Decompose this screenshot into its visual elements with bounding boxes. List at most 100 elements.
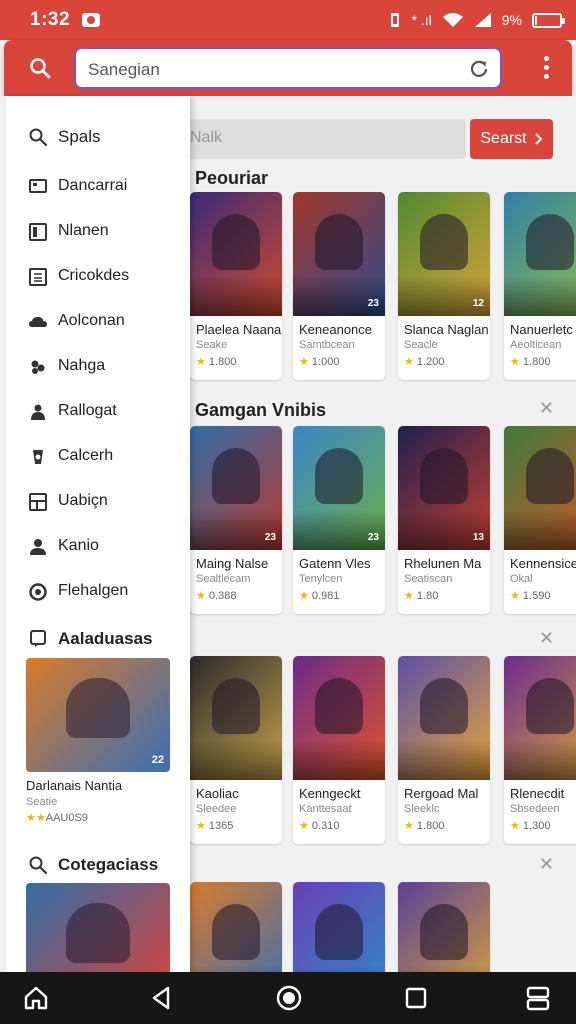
game-title: Rhelunen Ma — [404, 556, 482, 571]
close-icon[interactable]: ✕ — [539, 628, 554, 649]
game-card[interactable]: Kenngeckt Kanttesaat ★ 0.310 — [293, 656, 385, 844]
grid-icon — [29, 493, 47, 511]
wifi-icon — [442, 13, 463, 27]
signal-icon — [474, 13, 491, 27]
star-icon: ★ — [404, 356, 417, 368]
game-card[interactable] — [398, 882, 490, 972]
game-rating: ★ 1.80 — [404, 589, 438, 602]
game-card[interactable]: Kaoliac Sleedee ★ 1365 — [190, 656, 282, 844]
recents-icon[interactable] — [402, 984, 430, 1012]
game-card[interactable]: 23 Gatenn Vles Tenylcen ★ 0.981 — [293, 426, 385, 614]
drawer-item[interactable]: Nlanen — [6, 217, 190, 247]
game-card[interactable]: 23 Keneanonce Samtbcean ★ 1:000 — [293, 192, 385, 380]
star-icon: ★ — [196, 356, 209, 368]
game-rating: ★ 0.388 — [196, 589, 236, 602]
drawer-section-categories[interactable]: Cotegaciass — [6, 850, 190, 880]
star-icon: ★ — [196, 820, 209, 832]
game-card[interactable]: Kennensice Okal ★ 1.590 — [504, 426, 576, 614]
star-icon: ★ — [299, 820, 312, 832]
star-icon: ★ — [196, 590, 209, 602]
game-rating-value: 1.800 — [208, 356, 237, 368]
back-icon[interactable] — [148, 984, 176, 1012]
game-subtitle: Tenylcen — [299, 573, 343, 585]
search-input[interactable]: Nalk — [150, 119, 466, 159]
search-button-label: Searst — [480, 130, 527, 147]
game-subtitle: Seacle — [404, 339, 438, 351]
star-icon: ★ — [510, 590, 523, 602]
close-icon[interactable]: ✕ — [539, 398, 554, 419]
drawer-section-downloads[interactable]: Aaladuasas — [6, 624, 190, 654]
game-subtitle: Sealtlecam — [196, 573, 251, 585]
search-placeholder: Nalk — [190, 129, 223, 146]
drawer-item[interactable]: Flehalgen — [6, 577, 190, 607]
game-badge: 23 — [367, 298, 379, 309]
game-card[interactable]: 12 Slanca Naglan Seacle ★ 1.200 — [398, 192, 490, 380]
search-button[interactable]: Searst — [470, 119, 553, 159]
game-thumbnail — [504, 426, 576, 550]
star-icon: ★ — [404, 590, 417, 602]
drawer-item-label: Aolconan — [58, 312, 125, 329]
game-rating-value: 0.981 — [311, 590, 340, 602]
navigation-bar — [0, 972, 576, 1024]
game-title: Plaelea Naana — [196, 322, 282, 337]
game-badge: 12 — [472, 298, 484, 309]
game-card[interactable]: Rlenecdit Sbsedeen ★ 1.300 — [504, 656, 576, 844]
game-rating: ★ 1.800 — [196, 355, 236, 368]
game-title: Rergoad Mal — [404, 786, 479, 801]
status-icons: * .ıl 9% — [388, 12, 565, 28]
home-button-icon[interactable] — [275, 984, 303, 1012]
game-subtitle: Sleedee — [196, 803, 237, 815]
game-rating-value: 1.300 — [522, 820, 551, 832]
game-badge: 23 — [264, 532, 276, 543]
url-bar[interactable]: Sanegian — [74, 47, 502, 89]
vibrate-icon — [390, 13, 399, 27]
game-card[interactable]: Rergoad Mal Sleeklc ★ 1.800 — [398, 656, 490, 844]
featured-game-card[interactable]: 22 Darlanais Nantia Seatie ★★AAU0S9 — [26, 658, 170, 824]
calendar-icon — [29, 268, 47, 286]
game-rating: ★ 1.300 — [510, 819, 550, 832]
notification-icon — [82, 13, 101, 27]
game-rating-value: 1:000 — [311, 356, 340, 368]
game-card[interactable]: Plaelea Naana Seake ★ 1.800 — [190, 192, 282, 380]
game-thumbnail: 22 — [26, 658, 170, 772]
drawer-item[interactable]: Aolconan — [6, 307, 190, 337]
overflow-menu-icon[interactable] — [542, 56, 550, 82]
game-title: Maing Nalse — [196, 556, 269, 571]
game-card[interactable]: 23 Maing Nalse Sealtlecam ★ 0.388 — [190, 426, 282, 614]
drawer-item[interactable]: Cricokdes — [6, 262, 190, 292]
game-rating: ★ 1365 — [196, 819, 233, 832]
game-title: Darlanais Nantia — [26, 778, 123, 793]
game-title: Slanca Naglan — [404, 322, 489, 337]
drawer-item[interactable]: Nahga — [6, 352, 190, 382]
close-icon[interactable]: ✕ — [539, 854, 554, 875]
home-icon[interactable] — [22, 984, 50, 1012]
chevron-right-icon — [534, 133, 543, 145]
game-subtitle: Seatie — [26, 796, 58, 808]
battery-percent: 9% — [501, 12, 522, 28]
group-icon — [31, 360, 45, 374]
drawer-item-label: Cricokdes — [58, 267, 130, 284]
featured-game-card[interactable] — [26, 883, 170, 972]
game-card[interactable] — [190, 882, 282, 972]
drawer-item[interactable]: Rallogat — [6, 397, 190, 427]
game-badge: 23 — [367, 532, 379, 543]
game-rating-value: 0.310 — [311, 820, 340, 832]
drawer-item[interactable]: Calcerh — [6, 442, 190, 472]
game-title: Keneanonce — [299, 322, 373, 337]
drawer-header[interactable]: Spals — [6, 124, 190, 152]
drawer-item[interactable]: Kanio — [6, 532, 190, 562]
drawer-item[interactable]: Uabiçn — [6, 487, 190, 517]
switch-app-icon[interactable] — [524, 984, 552, 1012]
badge-icon — [33, 450, 43, 464]
drawer-item-label: Calcerh — [58, 447, 114, 464]
search-icon — [29, 128, 48, 147]
game-card[interactable]: Nanuerletc Aeolticean ★ 1.800 — [504, 192, 576, 380]
game-card[interactable]: 13 Rhelunen Ma Seatiscan ★ 1.80 — [398, 426, 490, 614]
game-title: Gatenn Vles — [299, 556, 371, 571]
star-icon: ★ — [299, 590, 312, 602]
game-card[interactable] — [293, 882, 385, 972]
drawer-header-label: Spals — [58, 127, 101, 146]
drawer-item[interactable]: Dancarrai — [6, 172, 190, 202]
reload-icon[interactable] — [468, 58, 490, 80]
search-icon[interactable] — [28, 56, 52, 80]
